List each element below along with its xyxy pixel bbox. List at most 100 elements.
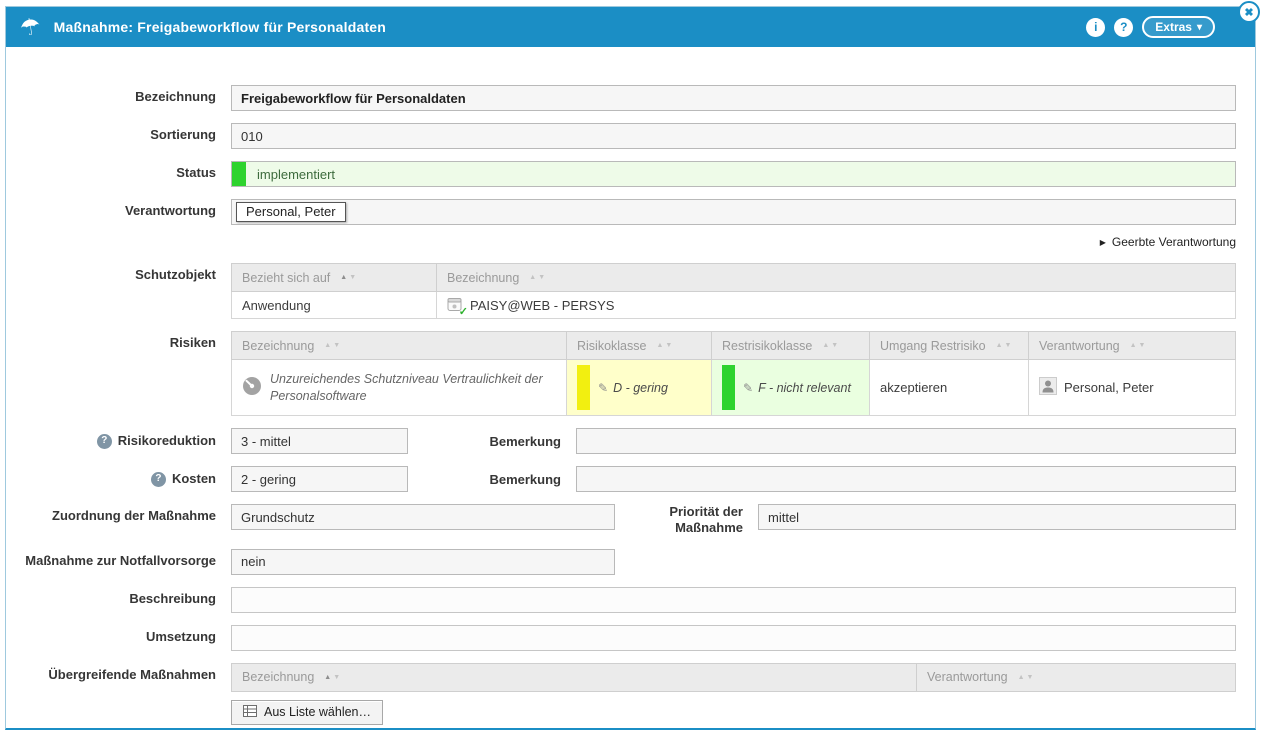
schutzobjekt-col-bezeichnung[interactable]: Bezeichnung ▲▼: [437, 264, 1236, 292]
row-verantwortung: Verantwortung Personal, Peter: [6, 199, 1236, 225]
row-uebergreifende-massnahmen: Übergreifende Maßnahmen Bezeichnung ▲▼ V…: [6, 663, 1236, 692]
sortierung-label: Sortierung: [6, 123, 231, 149]
anwendung-icon: ✓: [447, 297, 463, 313]
zuordnung-input[interactable]: Grundschutz: [231, 504, 615, 530]
close-button[interactable]: ✖: [1238, 1, 1260, 23]
schutzobjekt-label: Schutzobjekt: [6, 263, 231, 319]
uebergreifende-header-row: Bezeichnung ▲▼ Verantwortung ▲▼: [232, 663, 1236, 691]
risiken-bezeichnung-text[interactable]: Unzureichendes Schutzniveau Vertraulichk…: [270, 371, 556, 405]
person-icon: [1039, 377, 1057, 398]
sort-arrows-icon: ▲▼: [338, 274, 356, 281]
info-icon: i: [1094, 20, 1097, 34]
aus-liste-waehlen-button[interactable]: Aus Liste wählen…: [231, 700, 383, 725]
status-color-block: [232, 162, 246, 186]
verantwortung-chip[interactable]: Personal, Peter: [236, 202, 346, 222]
sort-arrows-icon: ▲▼: [1016, 674, 1034, 681]
risiken-verantwortung-text[interactable]: Personal, Peter: [1064, 380, 1154, 395]
row-risikoreduktion: ? Risikoreduktion 3 - mittel Bemerkung: [6, 428, 1236, 454]
risikoreduktion-input[interactable]: 3 - mittel: [231, 428, 408, 454]
uebergreifende-massnahmen-label: Übergreifende Maßnahmen: [6, 663, 231, 692]
risk-gauge-icon: [242, 376, 262, 399]
sortierung-input[interactable]: 010: [231, 123, 1236, 149]
zuordnung-label: Zuordnung der Maßnahme: [6, 504, 231, 537]
row-geerbte-verantwortung: ▶ Geerbte Verantwortung: [6, 235, 1236, 249]
risiken-cell-risikoklasse[interactable]: ✎ D - gering: [567, 360, 712, 416]
schutzobjekt-cell-name: ✓ PAISY@WEB - PERSYS: [437, 292, 1236, 319]
bezeichnung-input[interactable]: Freigabeworkflow für Personaldaten: [231, 85, 1236, 111]
prioritaet-input[interactable]: mittel: [758, 504, 1236, 530]
sort-arrows-icon: ▲▼: [654, 342, 672, 349]
app-window: ☂ Maßnahme: Freigabeworkflow für Persona…: [5, 6, 1256, 730]
uebergreifende-col-bezeichnung[interactable]: Bezeichnung ▲▼: [232, 663, 917, 691]
verantwortung-input[interactable]: Personal, Peter: [231, 199, 1236, 225]
risikoklasse-value: D - gering: [613, 381, 668, 395]
titlebar: ☂ Maßnahme: Freigabeworkflow für Persona…: [6, 7, 1255, 47]
help-icon: ?: [1120, 20, 1127, 34]
extras-button[interactable]: Extras ▾: [1142, 16, 1215, 38]
schutzobjekt-name-text[interactable]: PAISY@WEB - PERSYS: [470, 298, 614, 313]
status-label: Status: [6, 161, 231, 187]
chevron-down-icon: ▾: [1197, 22, 1202, 33]
schutzobjekt-cell-typ: Anwendung: [232, 292, 437, 319]
risiken-header-row: Bezeichnung ▲▼ Risikoklasse ▲▼ Restrisik…: [232, 332, 1236, 360]
row-sortierung: Sortierung 010: [6, 123, 1236, 149]
info-button[interactable]: i: [1086, 18, 1105, 37]
risiken-col-risikoklasse[interactable]: Risikoklasse ▲▼: [567, 332, 712, 360]
uebergreifende-massnahmen-table: Bezeichnung ▲▼ Verantwortung ▲▼: [231, 663, 1236, 692]
umbrella-logo-icon: ☂: [18, 14, 42, 40]
beschreibung-input[interactable]: [231, 587, 1236, 613]
row-notfallvorsorge: Maßnahme zur Notfallvorsorge nein: [6, 549, 1236, 575]
aus-liste-waehlen-label: Aus Liste wählen…: [264, 705, 371, 719]
geerbte-verantwortung-label: Geerbte Verantwortung: [1112, 235, 1236, 249]
risiken-cell-bezeichnung: Unzureichendes Schutzniveau Vertraulichk…: [232, 360, 567, 416]
check-icon: ✓: [459, 305, 468, 318]
kosten-label: ? Kosten: [6, 466, 231, 492]
restrisikoklasse-value: F - nicht relevant: [758, 381, 851, 395]
verantwortung-label: Verantwortung: [6, 199, 231, 225]
risiken-cell-umgang: akzeptieren: [870, 360, 1029, 416]
risikoklasse-color-block: [577, 365, 590, 410]
kosten-input[interactable]: 2 - gering: [231, 466, 408, 492]
schutzobjekt-header-row: Bezieht sich auf ▲▼ Bezeichnung ▲▼: [232, 264, 1236, 292]
sort-arrows-icon: ▲▼: [820, 342, 838, 349]
risikoreduktion-label: ? Risikoreduktion: [6, 428, 231, 454]
row-aus-liste-waehlen: Aus Liste wählen…: [6, 700, 1236, 725]
sort-arrows-icon: ▲▼: [322, 342, 340, 349]
status-input[interactable]: implementiert: [231, 161, 1236, 187]
bezeichnung-label: Bezeichnung: [6, 85, 231, 111]
sort-arrows-icon: ▲▼: [322, 674, 340, 681]
schutzobjekt-col-bezieht-sich-auf[interactable]: Bezieht sich auf ▲▼: [232, 264, 437, 292]
close-icon: ✖: [1244, 6, 1253, 19]
risikoreduktion-bemerkung-input[interactable]: [576, 428, 1236, 454]
umsetzung-input[interactable]: [231, 625, 1236, 651]
risiken-col-restrisikoklasse[interactable]: Restrisikoklasse ▲▼: [712, 332, 870, 360]
risiken-cell-restrisikoklasse[interactable]: ✎ F - nicht relevant: [712, 360, 870, 416]
extras-label: Extras: [1155, 20, 1192, 34]
list-icon: [243, 705, 257, 720]
risiken-col-umgang-restrisiko[interactable]: Umgang Restrisiko ▲▼: [870, 332, 1029, 360]
risiken-col-bezeichnung[interactable]: Bezeichnung ▲▼: [232, 332, 567, 360]
schutzobjekt-row[interactable]: Anwendung ✓: [232, 292, 1236, 319]
question-help-icon[interactable]: ?: [151, 472, 166, 487]
sort-arrows-icon: ▲▼: [994, 342, 1012, 349]
kosten-bemerkung-label: Bemerkung: [408, 466, 576, 492]
row-umsetzung: Umsetzung: [6, 625, 1236, 651]
notfallvorsorge-input[interactable]: nein: [231, 549, 615, 575]
restrisikoklasse-color-block: [722, 365, 735, 410]
row-bezeichnung: Bezeichnung Freigabeworkflow für Persona…: [6, 85, 1236, 111]
question-help-icon[interactable]: ?: [97, 434, 112, 449]
risiken-col-verantwortung[interactable]: Verantwortung ▲▼: [1029, 332, 1236, 360]
help-button[interactable]: ?: [1114, 18, 1133, 37]
pencil-icon: ✎: [743, 381, 753, 395]
row-zuordnung: Zuordnung der Maßnahme Grundschutz Prior…: [6, 504, 1236, 537]
titlebar-actions: i ? Extras ▾: [1086, 16, 1245, 38]
risiken-label: Risiken: [6, 331, 231, 416]
form-content: Bezeichnung Freigabeworkflow für Persona…: [6, 47, 1255, 725]
geerbte-verantwortung-link[interactable]: ▶ Geerbte Verantwortung: [1100, 235, 1236, 249]
kosten-bemerkung-input[interactable]: [576, 466, 1236, 492]
risikoreduktion-bemerkung-label: Bemerkung: [408, 428, 576, 454]
risiken-row[interactable]: Unzureichendes Schutzniveau Vertraulichk…: [232, 360, 1236, 416]
uebergreifende-col-verantwortung[interactable]: Verantwortung ▲▼: [917, 663, 1236, 691]
row-kosten: ? Kosten 2 - gering Bemerkung: [6, 466, 1236, 492]
risiken-table: Bezeichnung ▲▼ Risikoklasse ▲▼ Restrisik…: [231, 331, 1236, 416]
